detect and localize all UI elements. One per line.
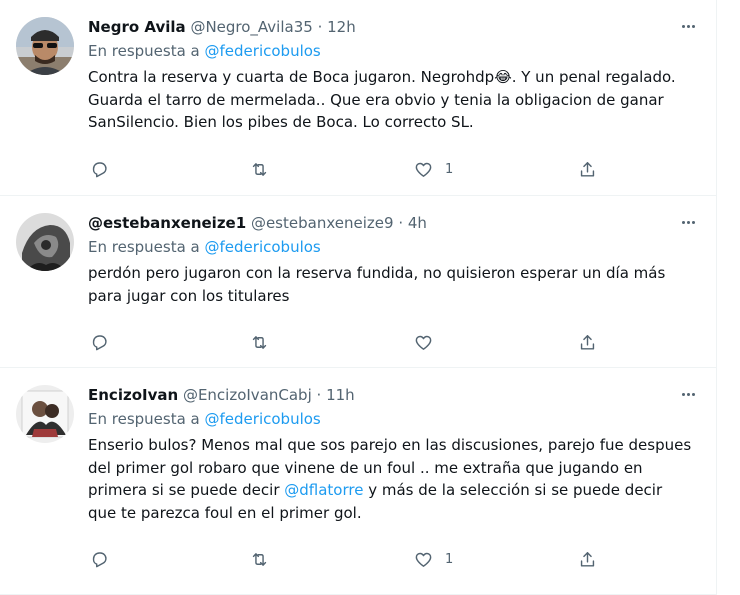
reply-icon <box>92 551 107 567</box>
more-icon[interactable] <box>676 20 700 32</box>
tweet-text: perdón pero jugaron con la reserva fundi… <box>88 264 666 305</box>
tweet[interactable]: Negro Avila @Negro_Avila35 · 12h En resp… <box>0 0 716 196</box>
share-button[interactable] <box>578 548 597 570</box>
tweet-header: EncizoIvan @EncizoIvanCabj · 11h <box>88 384 693 406</box>
tweet-header: @estebanxeneize1 @estebanxeneize9 · 4h <box>88 212 693 234</box>
more-icon[interactable] <box>676 216 700 228</box>
reply-context: En respuesta a @federicobulos <box>88 40 693 62</box>
display-name[interactable]: EncizoIvan <box>88 386 178 404</box>
share-icon <box>580 161 595 177</box>
timeline-feed: Negro Avila @Negro_Avila35 · 12h En resp… <box>0 0 717 595</box>
tweet-text: Enserio bulos? Menos mal que sos parejo … <box>88 434 693 524</box>
reply-button[interactable] <box>90 331 109 353</box>
user-handle[interactable]: @Negro_Avila35 <box>190 18 312 36</box>
heart-icon <box>415 335 432 350</box>
tweet-actions: 1 <box>88 548 608 570</box>
share-icon <box>580 551 595 567</box>
reply-mention-link[interactable]: @federicobulos <box>205 42 321 60</box>
heart-icon <box>415 552 432 567</box>
display-name[interactable]: Negro Avila <box>88 18 186 36</box>
tweet-content: EncizoIvan @EncizoIvanCabj · 11h En resp… <box>88 384 693 524</box>
tweet[interactable]: EncizoIvan @EncizoIvanCabj · 11h En resp… <box>0 368 716 595</box>
reply-prefix: En respuesta a <box>88 42 200 60</box>
heart-icon <box>415 162 432 177</box>
display-name[interactable]: @estebanxeneize1 <box>88 214 246 232</box>
reply-context: En respuesta a @federicobulos <box>88 408 693 430</box>
like-button[interactable] <box>414 331 433 353</box>
tweet-header: Negro Avila @Negro_Avila35 · 12h <box>88 16 693 38</box>
tweet-text: Contra la reserva y cuarta de Boca jugar… <box>88 66 693 134</box>
tweet-text-part: Contra la reserva y cuarta de Boca jugar… <box>88 68 495 86</box>
retweet-icon <box>252 552 267 566</box>
retweet-button[interactable] <box>250 158 269 180</box>
reply-icon <box>92 334 107 350</box>
avatar[interactable] <box>16 213 74 271</box>
retweet-icon <box>252 162 267 176</box>
share-button[interactable] <box>578 331 597 353</box>
retweet-icon <box>252 335 267 349</box>
tweet-actions: 1 <box>88 158 608 180</box>
like-count: 1 <box>445 551 454 567</box>
retweet-button[interactable] <box>250 548 269 570</box>
tweet-content: @estebanxeneize1 @estebanxeneize9 · 4h E… <box>88 212 693 307</box>
mention-link[interactable]: @dflatorre <box>284 481 363 499</box>
reply-context: En respuesta a @federicobulos <box>88 236 693 258</box>
separator-dot: · <box>316 386 322 404</box>
like-button[interactable]: 1 <box>414 548 453 570</box>
share-button[interactable] <box>578 158 597 180</box>
timestamp[interactable]: 4h <box>408 214 427 232</box>
avatar[interactable] <box>16 17 74 75</box>
retweet-button[interactable] <box>250 331 269 353</box>
like-button[interactable]: 1 <box>414 158 453 180</box>
more-icon[interactable] <box>676 388 700 400</box>
timestamp[interactable]: 12h <box>327 18 356 36</box>
reply-mention-link[interactable]: @federicobulos <box>205 238 321 256</box>
reply-prefix: En respuesta a <box>88 410 200 428</box>
timestamp[interactable]: 11h <box>326 386 355 404</box>
separator-dot: · <box>317 18 323 36</box>
tweet-content: Negro Avila @Negro_Avila35 · 12h En resp… <box>88 16 693 134</box>
reply-button[interactable] <box>90 158 109 180</box>
tweet[interactable]: @estebanxeneize1 @estebanxeneize9 · 4h E… <box>0 196 716 368</box>
user-handle[interactable]: @EncizoIvanCabj <box>183 386 312 404</box>
laughing-emoji-icon: 😂 <box>494 68 512 86</box>
share-icon <box>580 334 595 350</box>
like-count: 1 <box>445 161 454 177</box>
reply-icon <box>92 161 107 177</box>
separator-dot: · <box>398 214 404 232</box>
tweet-actions <box>88 331 608 353</box>
reply-prefix: En respuesta a <box>88 238 200 256</box>
avatar[interactable] <box>16 385 74 443</box>
reply-button[interactable] <box>90 548 109 570</box>
user-handle[interactable]: @estebanxeneize9 <box>251 214 394 232</box>
reply-mention-link[interactable]: @federicobulos <box>205 410 321 428</box>
